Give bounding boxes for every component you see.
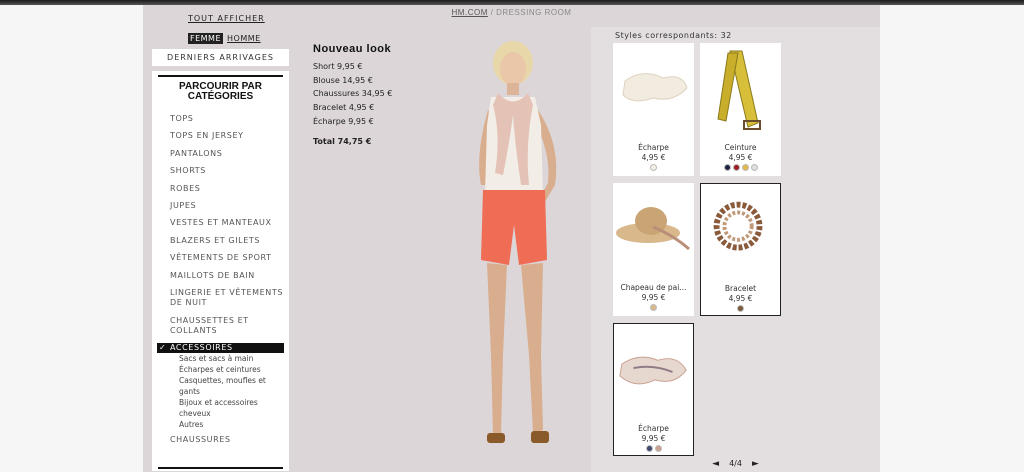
subcategory-item[interactable]: Écharpes et ceintures [179,364,289,375]
next-page-button[interactable]: ► [752,459,759,469]
category-item-jupes[interactable]: JUPES [152,201,289,212]
color-swatch[interactable] [723,164,731,171]
product-price: 9,95 € [641,434,666,443]
page-indicator: 4/4 [729,459,742,468]
category-item-accessoires-label: ACCESSOIRES [170,342,233,352]
outfit-item: Blouse 14,95 € [313,75,373,85]
category-item-accessoires[interactable]: ✓ ACCESSOIRES [157,342,284,353]
product-price: 4,95 € [728,294,753,303]
color-swatch[interactable] [732,164,740,171]
scarf-image [619,356,687,385]
category-list: TOPS TOPS EN JERSEY PANTALONS SHORTS ROB… [152,114,289,445]
browse-title-line-2: CATÉGORIES [187,91,254,102]
new-arrivals-button[interactable]: DERNIERS ARRIVAGES [152,49,289,66]
matching-styles-title: Styles correspondants: 32 [615,31,732,40]
scarf-image [622,73,688,102]
dressing-room-frame: HM.COM / DRESSING ROOM TOUT AFFICHER FEM… [143,5,880,472]
outfit-summary: Nouveau look Short 9,95 € Blouse 14,95 €… [313,43,392,146]
product-price: 4,95 € [641,153,666,162]
product-name: Bracelet [724,284,757,293]
subcategory-list: Sacs et sacs à main Écharpes et ceinture… [152,353,289,430]
subcategory-item[interactable]: Bijoux et accessoires [179,397,289,408]
product-card[interactable]: Écharpe 4,95 € [613,43,694,176]
category-item-chaussettes-line-2[interactable]: COLLANTS [152,326,289,337]
gender-switch: FEMME HOMME [188,33,263,44]
color-swatches [614,445,693,452]
subcategory-item[interactable]: gants [179,386,289,397]
category-item-sport[interactable]: VÊTEMENTS DE SPORT [152,253,289,264]
category-item-pantalons[interactable]: PANTALONS [152,149,289,160]
outfit-title: Nouveau look [313,43,392,55]
category-item-chaussures[interactable]: CHAUSSURES [152,435,289,446]
product-price: 9,95 € [641,293,666,302]
divider [158,467,283,469]
outfit-total: Total 74,75 € [313,136,372,146]
belt-image [717,50,761,130]
model-figure[interactable] [443,35,593,465]
category-item-shorts[interactable]: SHORTS [152,166,289,177]
product-card[interactable]: Chapeau de pai... 9,95 € [613,183,694,316]
product-card[interactable]: Ceinture 4,95 € [700,43,781,176]
product-price: 4,95 € [728,153,753,162]
product-name: Chapeau de pai... [620,283,687,292]
subcategory-item[interactable]: cheveux [179,408,289,419]
outfit-item: Écharpe 9,95 € [313,116,374,126]
checkmark-icon: ✓ [159,342,167,352]
breadcrumb-home-link[interactable]: HM.COM [452,8,488,17]
breadcrumb-current: DRESSING ROOM [496,8,572,17]
category-item-lingerie-line-2[interactable]: DE NUIT [152,298,289,309]
color-swatches [613,164,694,171]
color-swatch[interactable] [737,305,744,312]
product-card[interactable]: Bracelet 4,95 € [700,183,781,316]
product-name: Ceinture [724,143,757,152]
subcategory-item[interactable]: Casquettes, moufles et [179,375,289,386]
straw-hat-image [616,207,690,251]
color-swatch[interactable] [741,164,749,171]
browse-title: PARCOURIR PAR CATÉGORIES [152,82,289,102]
divider [158,75,283,77]
outfit-item: Short 9,95 € [313,62,363,71]
outfit-item: Chaussures 34,95 € [313,89,393,99]
product-name: Écharpe [638,143,669,152]
pager: ◄ 4/4 ► [591,459,880,469]
show-all-link[interactable]: TOUT AFFICHER [188,14,265,23]
color-swatch[interactable] [645,445,653,452]
subcategory-item[interactable]: Autres [179,419,289,430]
color-swatch[interactable] [750,164,758,171]
category-item-tops[interactable]: TOPS [152,114,289,125]
previous-page-button[interactable]: ◄ [712,459,719,469]
category-item-blazers[interactable]: BLAZERS ET GILETS [152,236,289,247]
bracelet-image [713,201,763,251]
category-item-vestes[interactable]: VESTES ET MANTEAUX [152,218,289,229]
gender-femme-tab[interactable]: FEMME [188,33,224,44]
color-swatch[interactable] [650,304,657,311]
outfit-item: Bracelet 4,95 € [313,103,375,113]
subcategory-item[interactable]: Sacs et sacs à main [179,353,289,364]
color-swatches [700,164,781,171]
category-item-chaussettes[interactable]: CHAUSSETTES ET [152,316,289,327]
category-item-lingerie[interactable]: LINGERIE ET VÊTEMENTS [152,288,289,299]
matching-styles-panel: Styles correspondants: 32 Écharpe 4,95 €… [591,27,880,472]
product-name: Écharpe [638,424,669,433]
product-card[interactable]: Écharpe 9,95 € [613,323,694,456]
color-swatches [613,304,694,311]
category-item-tops-jersey[interactable]: TOPS EN JERSEY [152,131,289,142]
breadcrumb-separator: / [490,8,494,17]
category-item-robes[interactable]: ROBES [152,184,289,195]
color-swatch[interactable] [650,164,657,171]
gender-homme-tab[interactable]: HOMME [225,33,263,44]
color-swatch[interactable] [654,445,662,452]
category-browser: PARCOURIR PAR CATÉGORIES TOPS TOPS EN JE… [152,71,289,471]
category-item-maillots[interactable]: MAILLOTS DE BAIN [152,271,289,282]
color-swatches [701,305,780,312]
